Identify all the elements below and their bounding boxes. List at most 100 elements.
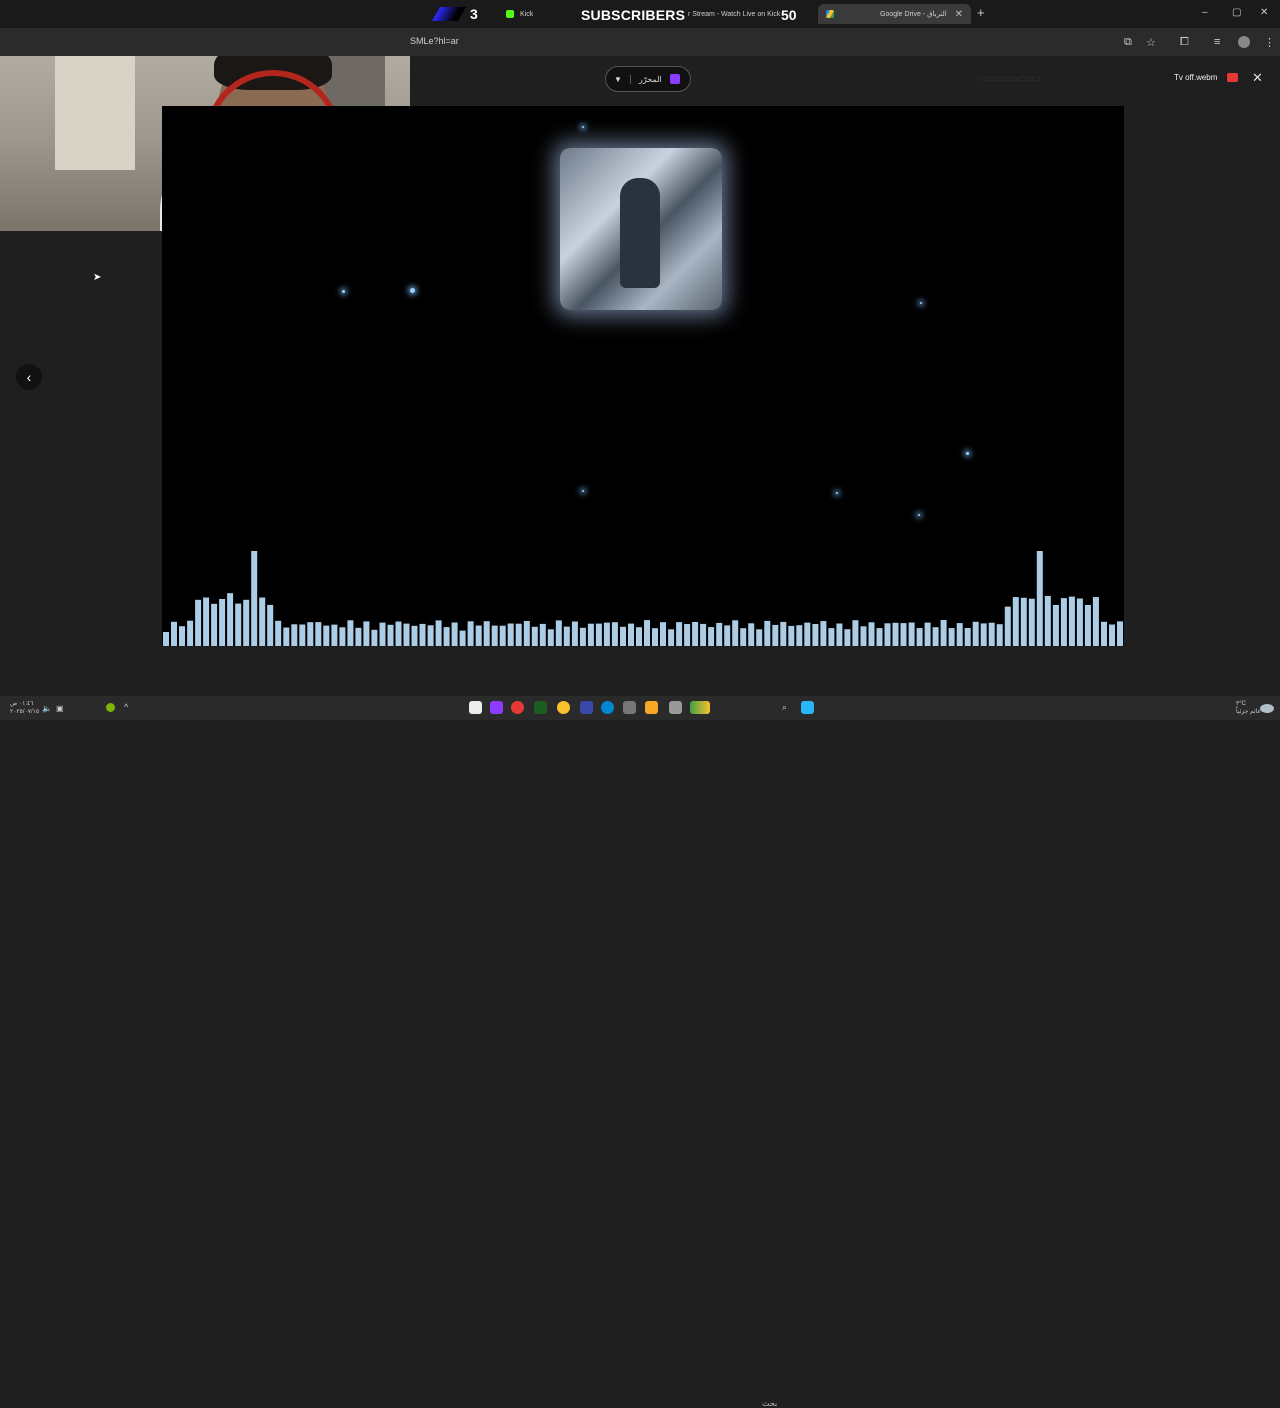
equalizer-bar (515, 623, 522, 646)
equalizer-bar (243, 599, 250, 646)
equalizer-bar (459, 630, 466, 646)
equalizer-bar (235, 603, 242, 646)
new-tab-button[interactable]: + (977, 5, 985, 20)
equalizer-bar (267, 604, 274, 646)
equalizer-bar (772, 624, 779, 646)
tab-label: r Stream - Watch Live on Kick (688, 10, 781, 18)
equalizer-bar (555, 620, 562, 646)
equalizer-bar (852, 620, 859, 646)
start-windows-icon[interactable] (801, 701, 814, 714)
equalizer-bar (1044, 595, 1051, 646)
equalizer-bar (163, 632, 169, 646)
equalizer-bar (732, 620, 739, 646)
equalizer-bar (579, 627, 586, 646)
taskbar-app-5-icon[interactable] (580, 701, 593, 714)
equalizer-bar (668, 629, 675, 646)
minimize-button[interactable]: – (1202, 7, 1208, 18)
equalizer-bar (812, 624, 819, 646)
widgets-icon[interactable] (690, 701, 710, 714)
video-app-icon (669, 74, 680, 84)
equalizer-bar (940, 620, 947, 646)
equalizer-bar (684, 624, 691, 646)
chevron-down-icon[interactable]: ▼ (606, 74, 631, 84)
close-viewer-button[interactable]: ✕ (1252, 70, 1263, 86)
chrome-icon[interactable] (557, 701, 570, 714)
equalizer-bar (443, 627, 450, 646)
equalizer-bar (499, 625, 506, 646)
equalizer-bar (379, 622, 386, 646)
equalizer-bar (884, 623, 891, 646)
search-icon[interactable]: ⌕ (782, 702, 787, 713)
equalizer-bar (563, 626, 570, 646)
equalizer-bar (435, 620, 442, 646)
weather-cloud-icon (1260, 704, 1274, 713)
equalizer-bar (395, 621, 402, 646)
equalizer-bar (916, 628, 923, 646)
equalizer-bar (1084, 605, 1091, 646)
equalizer-bar (299, 624, 306, 646)
equalizer-bar (451, 622, 458, 646)
file-explorer-icon[interactable] (645, 701, 658, 714)
extensions-icon[interactable]: ⧠ (1180, 36, 1189, 49)
equalizer-bar (259, 597, 266, 646)
equalizer-bar (908, 622, 915, 646)
volume-icon[interactable]: 🔈 (42, 704, 52, 713)
equalizer-bar (1012, 597, 1019, 646)
equalizer-bar (1020, 597, 1027, 646)
install-app-icon[interactable]: ⧉ (1124, 36, 1132, 49)
bookmark-star-icon[interactable]: ☆ (1146, 36, 1156, 49)
equalizer-bar (411, 625, 418, 646)
close-window-button[interactable]: ✕ (1260, 7, 1268, 18)
tab-label: Google Drive - الترياق (880, 11, 947, 18)
equalizer-bar (339, 627, 346, 646)
tray-app-icon[interactable] (106, 703, 115, 712)
profile-avatar[interactable] (1238, 36, 1250, 48)
store-icon[interactable] (623, 701, 636, 714)
equalizer-bar (716, 622, 723, 646)
video-player[interactable] (162, 106, 1124, 646)
equalizer-bar (780, 621, 787, 646)
overlay-title: SUBSCRIBERS (581, 7, 686, 23)
taskbar-app-3-icon[interactable] (511, 701, 524, 714)
thumbnail-figure (620, 178, 660, 288)
edge-icon[interactable] (601, 701, 614, 714)
equalizer-bar (708, 627, 715, 646)
taskbar-excel-icon[interactable] (534, 701, 547, 714)
taskbar-app-9-icon[interactable] (669, 701, 682, 714)
equalizer-bar (924, 622, 931, 646)
equalizer-bar (1068, 596, 1075, 646)
open-with-button[interactable]: ▼ المحرّر (605, 66, 691, 92)
chevron-left-icon: ‹ (26, 369, 32, 385)
back-button[interactable]: ‹ (16, 364, 42, 390)
equalizer-bar (187, 620, 194, 646)
kick-icon (506, 10, 514, 18)
equalizer-bar (900, 623, 907, 646)
drive-viewer-header (410, 56, 1280, 104)
equalizer-bar (1117, 621, 1123, 646)
equalizer-bar (587, 623, 594, 646)
taskbar-app-1-icon[interactable] (469, 701, 482, 714)
tab-kick-stream[interactable]: r Stream - Watch Live on Kick (688, 4, 780, 24)
equalizer-bar (507, 623, 514, 646)
media-control-icon[interactable]: ≡ (1214, 36, 1220, 48)
equalizer-bar (796, 625, 803, 646)
tab-label: Kick (520, 10, 534, 18)
taskbar-search-label[interactable]: بحث (762, 1399, 777, 1408)
tab-google-drive[interactable]: Google Drive - الترياق ✕ (818, 4, 972, 24)
url-text[interactable]: SMLe?hl=ar (410, 36, 459, 46)
equalizer-bar (475, 625, 482, 646)
equalizer-bar (692, 622, 699, 646)
equalizer-bar (571, 621, 578, 646)
tab-close-icon[interactable]: ✕ (955, 9, 963, 20)
video-file-icon (1227, 73, 1238, 82)
clock-time: ٠١:٤٦ ص (10, 701, 34, 707)
tab-kick[interactable]: Kick (506, 4, 533, 24)
mouse-cursor-icon: ➤ (93, 272, 102, 283)
overlay-right-count: 50 (781, 7, 797, 23)
chevron-up-icon[interactable]: ^ (124, 702, 128, 712)
menu-kebab-icon[interactable]: ⋮ (1264, 36, 1275, 49)
audio-equalizer (163, 551, 1123, 646)
taskbar-app-2-icon[interactable] (490, 701, 503, 714)
network-icon[interactable]: ▣ (56, 704, 64, 713)
maximize-button[interactable]: ▢ (1232, 7, 1241, 18)
